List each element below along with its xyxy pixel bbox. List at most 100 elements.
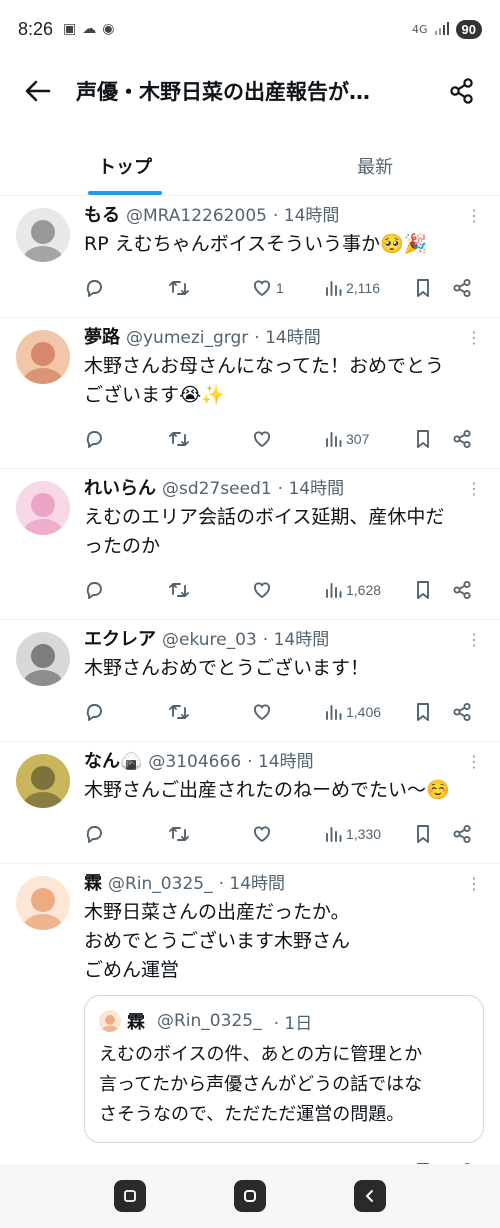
share-tweet-button[interactable] [452, 580, 472, 600]
tab-latest[interactable]: 最新 [250, 136, 500, 195]
tweet[interactable]: ⋮ なん🍙 @3104666 · 14時間 木野さんご出産されたのねーめでたい〜… [0, 742, 500, 864]
author-handle[interactable]: @ekure_03 [162, 628, 257, 652]
tweet-actions: 1,330 [84, 805, 484, 863]
author-name[interactable]: なん🍙 [84, 750, 142, 774]
reply-button[interactable] [84, 824, 168, 844]
reply-button[interactable] [84, 580, 168, 600]
like-button[interactable] [252, 824, 324, 844]
retweet-button[interactable] [168, 702, 252, 722]
tweet-text: えむのエリア会話のボイス延期、産休中だ ったのか [84, 506, 445, 557]
views-button[interactable]: 1,406 [324, 703, 414, 721]
author-name[interactable]: エクレア [84, 628, 156, 652]
reply-button[interactable] [84, 278, 168, 298]
retweet-icon [168, 278, 190, 298]
author-handle[interactable]: @Rin_0325_ [108, 872, 213, 896]
view-count: 1,628 [346, 582, 382, 598]
like-button[interactable] [252, 429, 324, 449]
author-handle[interactable]: @3104666 [148, 750, 241, 774]
author-name[interactable]: れいらん [84, 477, 156, 501]
share-icon [452, 824, 472, 844]
author-name[interactable]: 夢路 [84, 326, 120, 350]
heart-icon [252, 580, 272, 600]
more-options-icon[interactable]: ⋮ [466, 874, 482, 893]
share-tweet-button[interactable] [452, 702, 472, 722]
reply-icon [84, 278, 104, 298]
bookmark-button[interactable] [414, 278, 452, 298]
retweet-button[interactable] [168, 429, 252, 449]
like-button[interactable]: 1 [252, 278, 324, 298]
avatar[interactable] [16, 754, 70, 808]
views-button[interactable]: 307 [324, 430, 414, 448]
tweet[interactable]: ⋮ れいらん @sd27seed1 · 14時間 えむのエリア会話のボイス延期、… [0, 469, 500, 620]
retweet-icon [168, 580, 190, 600]
retweet-button[interactable] [168, 278, 252, 298]
tweet-text: 木野さんおめでとうございます！ [84, 657, 370, 679]
more-options-icon[interactable]: ⋮ [466, 630, 482, 649]
back-nav-button[interactable] [354, 1180, 386, 1212]
retweet-button[interactable] [168, 580, 252, 600]
tweet[interactable]: ⋮ もる @MRA12262005 · 14時間 RP えむちゃんボイスそういう… [0, 196, 500, 318]
author-handle[interactable]: @MRA12262005 [126, 204, 267, 228]
tweet[interactable]: ⋮ 霖 @Rin_0325_ · 14時間 木野日菜さんの出産だったか。 おめで… [0, 864, 500, 1164]
author-name[interactable]: 霖 [84, 872, 102, 896]
quote-tweet[interactable]: 霖 @Rin_0325_ · 1日 えむのボイスの件、あとの方に管理とか 言って… [84, 995, 484, 1143]
bookmark-icon [414, 702, 432, 722]
cloud-icon: ☁ [82, 21, 97, 37]
tweet-feed[interactable]: ⋮ もる @MRA12262005 · 14時間 RP えむちゃんボイスそういう… [0, 196, 500, 1164]
avatar[interactable] [16, 632, 70, 686]
reply-icon [84, 580, 104, 600]
reply-icon [84, 824, 104, 844]
more-options-icon[interactable]: ⋮ [466, 328, 482, 347]
home-icon [244, 1190, 256, 1202]
reply-button[interactable] [84, 702, 168, 722]
like-button[interactable] [252, 580, 324, 600]
avatar[interactable] [16, 876, 70, 930]
avatar[interactable] [16, 481, 70, 535]
reply-button[interactable] [84, 429, 168, 449]
tweet[interactable]: ⋮ 夢路 @yumezi_grgr · 14時間 木野さんお母さんになってた！お… [0, 318, 500, 469]
author-handle[interactable]: @yumezi_grgr [126, 326, 248, 350]
more-options-icon[interactable]: ⋮ [466, 206, 482, 225]
share-icon [450, 78, 473, 104]
home-button[interactable] [234, 1180, 266, 1212]
bookmark-button[interactable] [414, 702, 452, 722]
tweet-text: RP えむちゃんボイスそういう事か🥺🎉 [84, 233, 428, 255]
tweet-header: 霖 @Rin_0325_ · 14時間 [84, 872, 484, 896]
status-right: 4G 90 [412, 19, 482, 39]
views-button[interactable]: 1,628 [324, 581, 414, 599]
avatar[interactable] [16, 208, 70, 262]
tweet-header: なん🍙 @3104666 · 14時間 [84, 750, 484, 774]
views-button[interactable]: 2,116 [324, 279, 414, 297]
avatar[interactable] [16, 330, 70, 384]
reply-icon [84, 429, 104, 449]
share-tweet-button[interactable] [452, 429, 472, 449]
tweet-header: もる @MRA12262005 · 14時間 [84, 204, 484, 228]
bookmark-button[interactable] [414, 429, 452, 449]
bar-chart-icon [324, 279, 342, 297]
more-options-icon[interactable]: ⋮ [466, 752, 482, 771]
tweet-header: 夢路 @yumezi_grgr · 14時間 [84, 326, 484, 350]
view-count: 1,330 [346, 826, 382, 842]
quote-header: 霖 @Rin_0325_ · 1日 [99, 1008, 469, 1034]
bookmark-button[interactable] [414, 580, 452, 600]
like-button[interactable] [252, 702, 324, 722]
tab-top[interactable]: トップ [0, 136, 250, 195]
heart-icon [252, 429, 272, 449]
share-tweet-button[interactable] [452, 824, 472, 844]
battery-level: 90 [455, 19, 482, 39]
more-options-icon[interactable]: ⋮ [466, 479, 482, 498]
bookmark-icon [414, 429, 432, 449]
author-handle[interactable]: @sd27seed1 [162, 477, 272, 501]
tweet[interactable]: ⋮ エクレア @ekure_03 · 14時間 木野さんおめでとうございます！ … [0, 620, 500, 742]
share-tweet-button[interactable] [452, 278, 472, 298]
views-button[interactable]: 1,330 [324, 825, 414, 843]
share-button[interactable] [440, 69, 484, 113]
back-button[interactable] [16, 69, 60, 113]
bookmark-button[interactable] [414, 824, 452, 844]
retweet-button[interactable] [168, 824, 252, 844]
quote-text: えむのボイスの件、あとの方に管理とか 言ってたから声優さんがどうの話ではな さそ… [99, 1044, 423, 1125]
author-name[interactable]: もる [84, 204, 120, 228]
recents-button[interactable] [114, 1180, 146, 1212]
tweet-actions: 307 [84, 410, 484, 468]
tweet-header: エクレア @ekure_03 · 14時間 [84, 628, 484, 652]
